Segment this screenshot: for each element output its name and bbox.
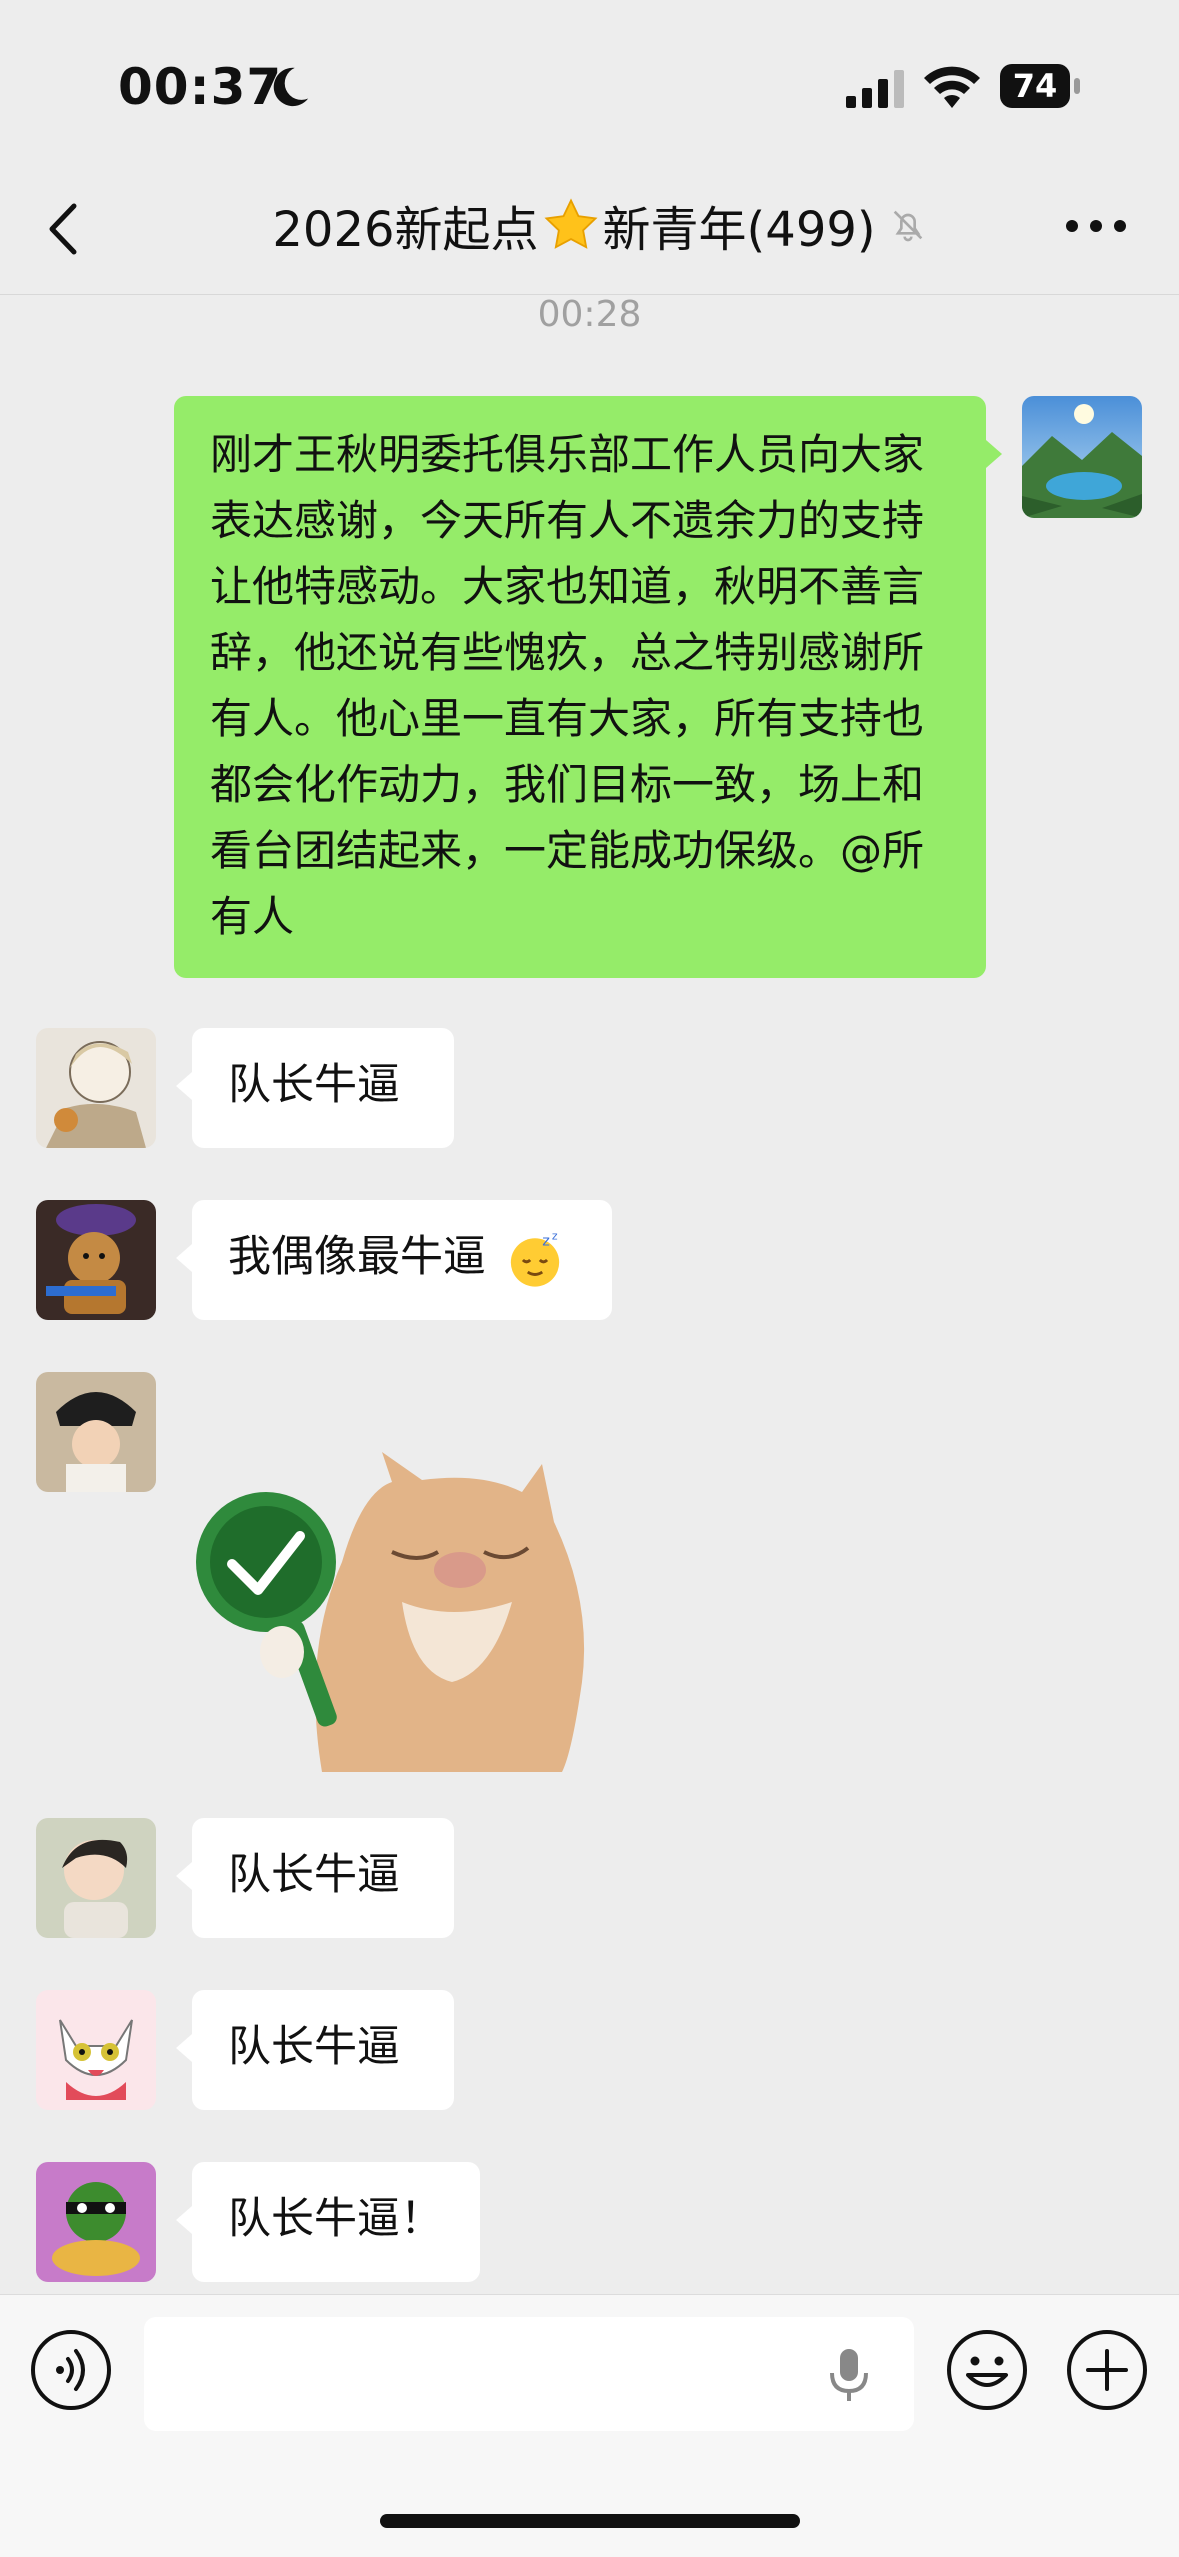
message-text: 队长牛逼 [228, 1060, 400, 1110]
avatar[interactable] [36, 1990, 156, 2110]
signal-icon [846, 70, 904, 108]
battery-cap [1074, 78, 1080, 94]
svg-text:z: z [542, 1233, 550, 1249]
cat-approval-sticker[interactable] [192, 1452, 612, 1772]
status-time: 00:37 [118, 58, 283, 116]
avatar[interactable] [36, 2162, 156, 2282]
bell-slash-icon [893, 210, 922, 242]
battery-level: 74 [1000, 64, 1070, 108]
plus-icon[interactable] [1066, 2329, 1148, 2411]
status-bar: 00:37 74 [0, 0, 1179, 160]
message-bubble[interactable]: 我偶像最牛逼 z z [176, 1200, 612, 1320]
message-input[interactable] [144, 2317, 914, 2431]
message-text: 我偶像最牛逼 [228, 1232, 486, 1282]
avatar[interactable] [36, 1028, 156, 1148]
smile-icon[interactable] [946, 2329, 1028, 2411]
my-message-bubble[interactable]: 刚才王秋明委托俱乐部工作人员向大家表达感谢，今天所有人不遗余力的支持让他特感动。… [174, 396, 1002, 978]
message-timestamp: 00:28 [537, 294, 642, 335]
sleeping-face-icon: z z [510, 1231, 559, 1287]
avatar[interactable] [36, 1818, 156, 1938]
message-bubble[interactable]: 队长牛逼 [176, 1028, 454, 1148]
avatar[interactable] [36, 1372, 156, 1492]
chat-title: 2026新起点 新青年(499) [240, 190, 960, 260]
chat-title-suffix: 新青年(499) [602, 202, 876, 258]
home-indicator [380, 2514, 800, 2528]
voice-toggle-icon[interactable] [30, 2329, 112, 2411]
message-text: 队长牛逼 [228, 1850, 400, 1900]
moon-icon [273, 67, 309, 107]
message-bubble[interactable]: 队长牛逼 [176, 1818, 454, 1938]
star-icon [544, 198, 598, 249]
microphone-icon[interactable] [824, 2347, 874, 2403]
my-avatar[interactable] [1022, 396, 1142, 518]
chat-header: 2026新起点 新青年(499) [0, 160, 1179, 295]
message-bubble[interactable]: 队长牛逼 [176, 1990, 454, 2110]
message-bubble[interactable]: 队长牛逼！ [176, 2162, 480, 2282]
wifi-icon [924, 66, 980, 108]
more-icon[interactable] [1066, 220, 1126, 236]
chevron-left-icon[interactable] [40, 202, 90, 256]
chat-title-prefix: 2026新起点 [272, 202, 539, 258]
avatar[interactable] [36, 1200, 156, 1320]
message-text: 刚才王秋明委托俱乐部工作人员向大家表达感谢，今天所有人不遗余力的支持让他特感动。… [210, 430, 925, 941]
message-text: 队长牛逼！ [228, 2194, 443, 2244]
message-text: 队长牛逼 [228, 2022, 400, 2072]
svg-text:z: z [552, 1231, 558, 1242]
